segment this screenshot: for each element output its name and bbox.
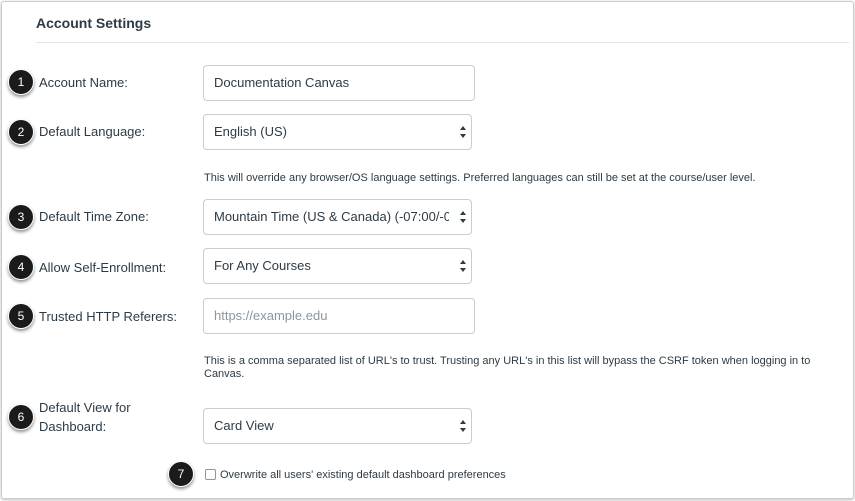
self-enrollment-value: For Any Courses	[214, 258, 311, 273]
step-badge-4: 4	[8, 254, 34, 280]
default-language-help: This will override any browser/OS langua…	[204, 172, 756, 184]
up-down-arrows-icon	[460, 420, 466, 432]
account-name-label: Account Name:	[39, 75, 128, 90]
up-down-arrows-icon	[460, 126, 466, 138]
step-badge-7: 7	[168, 461, 194, 487]
default-time-zone-value: Mountain Time (US & Canada) (-07:00/-06:…	[214, 209, 449, 224]
dashboard-view-select[interactable]: Card View	[203, 408, 472, 444]
step-badge-3: 3	[8, 204, 34, 230]
account-settings-panel: Account Settings 1 Account Name: Documen…	[1, 1, 854, 499]
self-enrollment-label: Allow Self-Enrollment:	[39, 260, 167, 275]
default-language-label: Default Language:	[39, 124, 146, 139]
default-language-select[interactable]: English (US)	[203, 114, 472, 150]
step-badge-1: 1	[8, 69, 34, 95]
default-time-zone-label: Default Time Zone:	[39, 209, 149, 224]
trusted-referers-help-line2: Canvas.	[204, 368, 245, 380]
step-badge-2: 2	[8, 119, 34, 145]
dashboard-view-label-line1: Default View for	[39, 400, 131, 415]
section-title: Account Settings	[36, 15, 152, 31]
self-enrollment-select[interactable]: For Any Courses	[203, 248, 472, 284]
dashboard-view-value: Card View	[214, 418, 274, 433]
overwrite-dashboard-checkbox[interactable]	[205, 469, 216, 480]
account-name-input[interactable]: Documentation Canvas	[203, 65, 475, 101]
trusted-referers-input[interactable]: https://example.edu	[203, 298, 475, 334]
step-badge-5: 5	[8, 303, 34, 329]
step-badge-6: 6	[8, 404, 34, 430]
default-time-zone-select[interactable]: Mountain Time (US & Canada) (-07:00/-06:…	[203, 199, 472, 235]
up-down-arrows-icon	[460, 260, 466, 272]
dashboard-view-label-line2: Dashboard:	[39, 419, 107, 434]
overwrite-dashboard-label: Overwrite all users' existing default da…	[220, 469, 506, 481]
default-language-value: English (US)	[214, 124, 287, 139]
trusted-referers-label: Trusted HTTP Referers:	[39, 309, 177, 324]
section-divider	[36, 42, 849, 43]
trusted-referers-help-line1: This is a comma separated list of URL's …	[204, 355, 811, 367]
up-down-arrows-icon	[460, 211, 466, 223]
